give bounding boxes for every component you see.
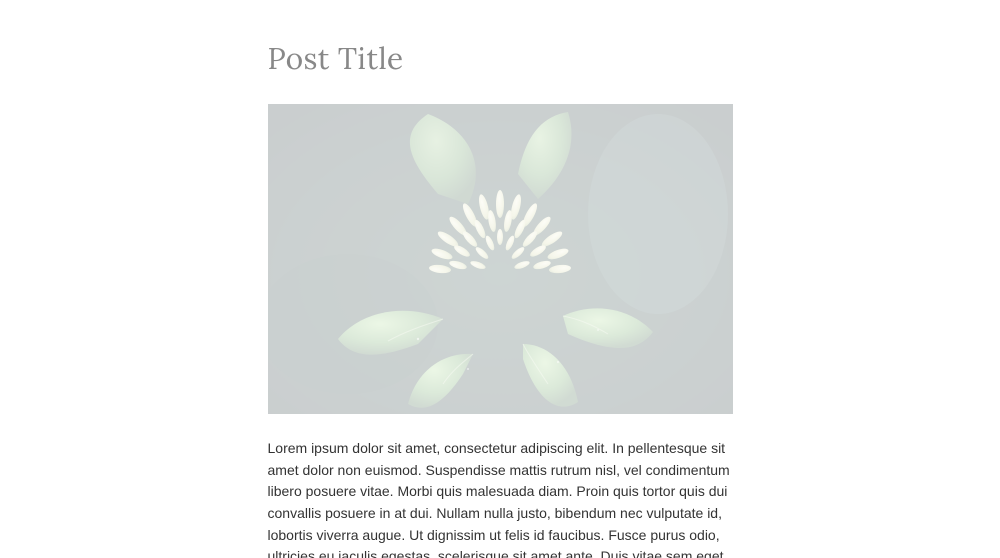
page-container: Post Title bbox=[0, 0, 1000, 558]
plant-illustration bbox=[268, 104, 733, 414]
post-title[interactable]: Post Title bbox=[268, 40, 733, 78]
featured-image[interactable] bbox=[268, 104, 733, 414]
post-content: Post Title bbox=[268, 40, 733, 558]
body-paragraph[interactable]: Lorem ipsum dolor sit amet, consectetur … bbox=[268, 438, 733, 558]
post-body[interactable]: Lorem ipsum dolor sit amet, consectetur … bbox=[268, 438, 733, 558]
